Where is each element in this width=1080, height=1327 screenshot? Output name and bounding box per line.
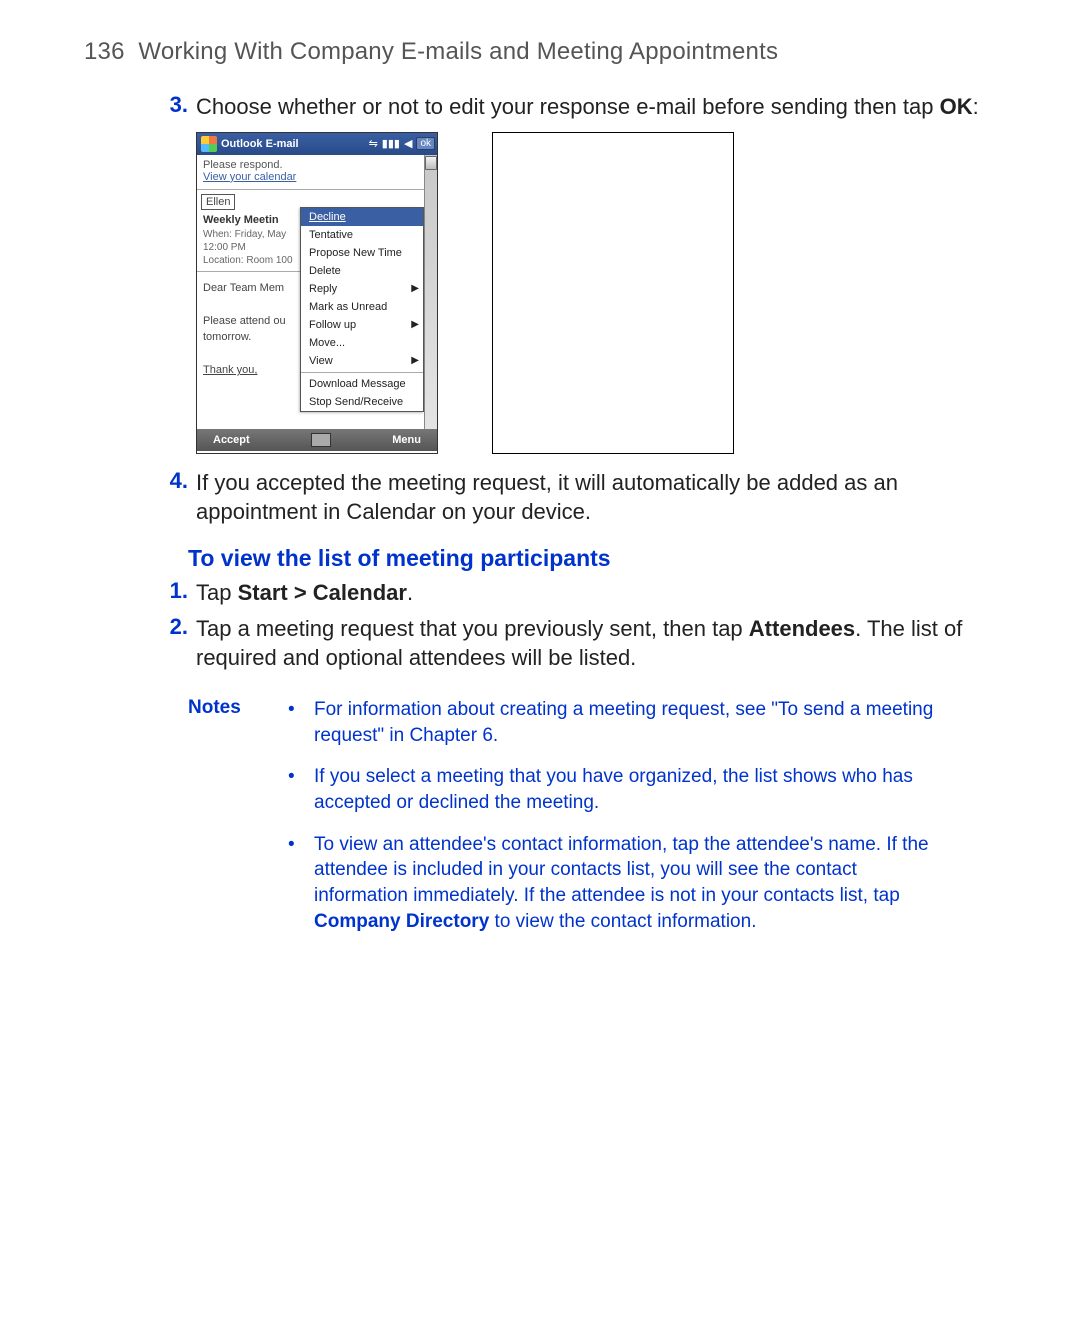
- sync-icon: ⇋: [369, 137, 378, 150]
- step-number: 2.: [84, 614, 196, 673]
- keyboard-icon[interactable]: [311, 433, 331, 447]
- notes-label: Notes: [164, 697, 282, 950]
- ok-button[interactable]: ok: [416, 137, 435, 150]
- menu-item-stop[interactable]: Stop Send/Receive: [301, 393, 423, 411]
- bullet-icon: •: [282, 697, 314, 748]
- step-number: 1.: [84, 578, 196, 608]
- device-screenshot: Outlook E-mail ⇋ ▮▮▮ ◀ ok Please respond…: [196, 132, 438, 454]
- step-text: Tap Start > Calendar.: [196, 578, 996, 608]
- bullet-icon: •: [282, 832, 314, 935]
- menu-item-unread[interactable]: Mark as Unread: [301, 298, 423, 316]
- signal-icon: ▮▮▮: [382, 137, 400, 150]
- step-b2: 2. Tap a meeting request that you previo…: [84, 614, 996, 673]
- device-topbar: Outlook E-mail ⇋ ▮▮▮ ◀ ok: [197, 133, 437, 155]
- step-text: Tap a meeting request that you previousl…: [196, 614, 996, 673]
- status-icons: ⇋ ▮▮▮ ◀ ok: [369, 137, 435, 150]
- start-icon: [201, 136, 217, 152]
- menu-item-move[interactable]: Move...: [301, 334, 423, 352]
- speaker-icon: ◀: [404, 137, 412, 150]
- context-menu: Decline Tentative Propose New Time Delet…: [300, 207, 424, 412]
- screenshot-row: Outlook E-mail ⇋ ▮▮▮ ◀ ok Please respond…: [196, 132, 996, 454]
- menu-item-tentative[interactable]: Tentative: [301, 226, 423, 244]
- second-screenshot-placeholder: [492, 132, 734, 454]
- step-text: If you accepted the meeting request, it …: [196, 468, 996, 527]
- step-number: 4.: [84, 468, 196, 527]
- step-number: 3.: [84, 92, 196, 122]
- accept-button[interactable]: Accept: [213, 434, 250, 446]
- menu-item-delete[interactable]: Delete: [301, 262, 423, 280]
- note-2: • If you select a meeting that you have …: [282, 764, 996, 815]
- bullet-icon: •: [282, 764, 314, 815]
- scrollbar-thumb[interactable]: [425, 156, 437, 170]
- step-3: 3. Choose whether or not to edit your re…: [84, 92, 996, 122]
- menu-item-view[interactable]: View▶: [301, 352, 423, 370]
- menu-button[interactable]: Menu: [392, 434, 421, 446]
- app-title: Outlook E-mail: [221, 138, 369, 150]
- menu-item-download[interactable]: Download Message: [301, 375, 423, 393]
- section-title: Working With Company E-mails and Meeting…: [138, 38, 778, 65]
- step-b1: 1. Tap Start > Calendar.: [84, 578, 996, 608]
- note-1: • For information about creating a meeti…: [282, 697, 996, 748]
- respond-bar: Please respond. View your calendar: [197, 155, 424, 187]
- menu-item-followup[interactable]: Follow up▶: [301, 316, 423, 334]
- page-number: 136: [84, 38, 125, 65]
- notes-section: Notes • For information about creating a…: [84, 697, 996, 950]
- step-4: 4. If you accepted the meeting request, …: [84, 468, 996, 527]
- note-3: • To view an attendee's contact informat…: [282, 832, 996, 935]
- chevron-right-icon: ▶: [411, 355, 419, 366]
- chevron-right-icon: ▶: [411, 319, 419, 330]
- view-calendar-link[interactable]: View your calendar: [203, 171, 296, 183]
- sub-heading: To view the list of meeting participants: [188, 545, 996, 572]
- step-text: Choose whether or not to edit your respo…: [196, 92, 996, 122]
- from-name[interactable]: Ellen: [201, 194, 235, 210]
- menu-item-propose[interactable]: Propose New Time: [301, 244, 423, 262]
- menu-item-decline[interactable]: Decline: [301, 208, 423, 226]
- menu-item-reply[interactable]: Reply▶: [301, 280, 423, 298]
- chevron-right-icon: ▶: [411, 283, 419, 294]
- device-bottombar: Accept Menu: [197, 429, 437, 451]
- scrollbar[interactable]: [424, 155, 437, 429]
- page-header: 136 Working With Company E-mails and Mee…: [84, 38, 996, 66]
